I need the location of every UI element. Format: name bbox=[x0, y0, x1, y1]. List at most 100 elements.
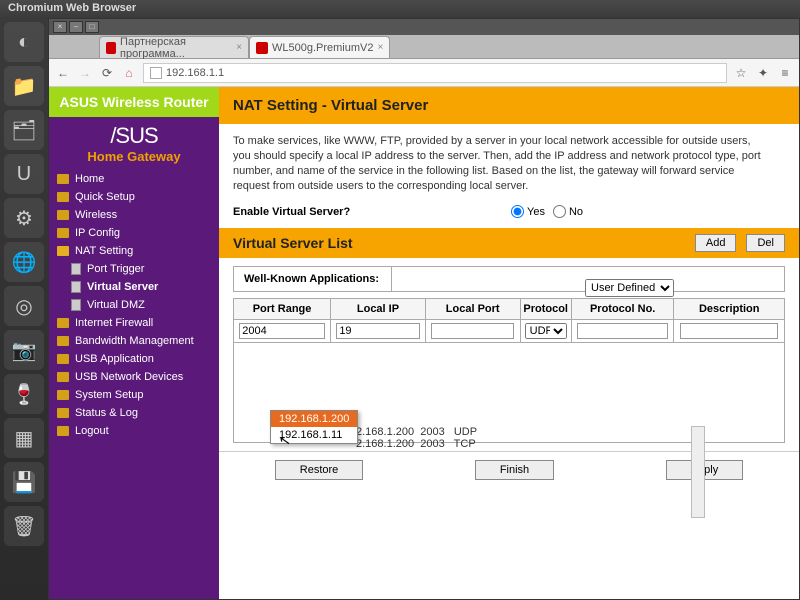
wka-label: Well-Known Applications: bbox=[234, 267, 392, 291]
nav-label: USB Network Devices bbox=[75, 371, 183, 383]
col-header: Port Range bbox=[234, 299, 331, 320]
browser-window: × – □ Партнерская программа...×WL500g.Pr… bbox=[48, 18, 800, 600]
url-bar[interactable]: 192.168.1.1 bbox=[143, 63, 727, 83]
folder-icon bbox=[57, 174, 69, 184]
restore-button[interactable]: Restore bbox=[275, 460, 364, 480]
existing-entries: 2.168.1.200 2003 UDP2.168.1.200 2003 TCP bbox=[356, 426, 477, 450]
dock-item[interactable]: 📷 bbox=[4, 330, 44, 370]
folder-icon bbox=[57, 408, 69, 418]
folder-icon bbox=[57, 228, 69, 238]
dock-item[interactable]: U bbox=[4, 154, 44, 194]
forward-icon[interactable]: → bbox=[77, 66, 93, 80]
nav-label: Home bbox=[75, 173, 104, 185]
yes-label: Yes bbox=[527, 206, 545, 218]
bookmark-icon[interactable]: ☆ bbox=[733, 66, 749, 80]
dock-item[interactable]: ⚙ bbox=[4, 198, 44, 238]
brand-logo: /SUS bbox=[49, 123, 219, 149]
nav-item-status-log[interactable]: Status & Log bbox=[49, 404, 219, 422]
maximize-window-icon[interactable]: □ bbox=[85, 21, 99, 33]
dock-item[interactable]: ◐ bbox=[4, 22, 44, 62]
nav-item-internet-firewall[interactable]: Internet Firewall bbox=[49, 314, 219, 332]
os-titlebar: Chromium Web Browser bbox=[0, 0, 800, 18]
browser-tab[interactable]: WL500g.PremiumV2 × bbox=[249, 36, 390, 58]
reload-icon[interactable]: ⟳ bbox=[99, 66, 115, 80]
enable-row: Enable Virtual Server? Yes No bbox=[219, 199, 799, 228]
dock-item[interactable]: 🍷 bbox=[4, 374, 44, 414]
enable-no-radio[interactable] bbox=[553, 205, 566, 218]
existing-row: 2.168.1.200 2003 TCP bbox=[356, 438, 477, 450]
scrollbar[interactable] bbox=[691, 426, 705, 518]
protocol-select[interactable]: UDP bbox=[525, 323, 567, 339]
finish-button[interactable]: Finish bbox=[475, 460, 554, 480]
minimize-window-icon[interactable]: – bbox=[69, 21, 83, 33]
nav-item-system-setup[interactable]: System Setup bbox=[49, 386, 219, 404]
nav-item-quick-setup[interactable]: Quick Setup bbox=[49, 188, 219, 206]
nav-item-logout[interactable]: Logout bbox=[49, 422, 219, 440]
document-icon bbox=[71, 299, 81, 311]
back-icon[interactable]: ← bbox=[55, 66, 71, 80]
close-tab-icon[interactable]: × bbox=[378, 42, 384, 53]
port-range-input[interactable] bbox=[239, 323, 325, 339]
folder-icon bbox=[57, 318, 69, 328]
top-banner: ASUS Wireless Router bbox=[49, 87, 219, 117]
tab-label: Партнерская программа... bbox=[120, 36, 232, 60]
close-window-icon[interactable]: × bbox=[53, 21, 67, 33]
dock-item[interactable]: 🗑 bbox=[4, 506, 44, 546]
description-input[interactable] bbox=[680, 323, 778, 339]
folder-icon bbox=[57, 246, 69, 256]
nav-label: IP Config bbox=[75, 227, 120, 239]
dock-item[interactable]: ▦ bbox=[4, 418, 44, 458]
document-icon bbox=[71, 281, 81, 293]
existing-row: 2.168.1.200 2003 UDP bbox=[356, 426, 477, 438]
enable-yes-radio[interactable] bbox=[511, 205, 524, 218]
add-button[interactable]: Add bbox=[695, 234, 737, 252]
router-sidebar: ASUS Wireless Router /SUS Home Gateway H… bbox=[49, 87, 219, 599]
enable-label: Enable Virtual Server? bbox=[233, 206, 503, 218]
col-header: Protocol No. bbox=[571, 299, 674, 320]
nav-label: Wireless bbox=[75, 209, 117, 221]
col-header: Protocol bbox=[520, 299, 571, 320]
local-ip-input[interactable] bbox=[336, 323, 419, 339]
col-header: Local IP bbox=[331, 299, 426, 320]
nav-item-usb-network-devices[interactable]: USB Network Devices bbox=[49, 368, 219, 386]
page-title: NAT Setting - Virtual Server bbox=[219, 87, 799, 124]
nav-item-port-trigger[interactable]: Port Trigger bbox=[49, 260, 219, 278]
col-header: Local Port bbox=[425, 299, 520, 320]
nav-item-virtual-dmz[interactable]: Virtual DMZ bbox=[49, 296, 219, 314]
nav-item-virtual-server[interactable]: Virtual Server bbox=[49, 278, 219, 296]
folder-icon bbox=[57, 426, 69, 436]
main-panel: NAT Setting - Virtual Server To make ser… bbox=[219, 87, 799, 599]
nav-label: USB Application bbox=[75, 353, 154, 365]
window-controls: × – □ bbox=[49, 19, 799, 35]
nav-item-wireless[interactable]: Wireless bbox=[49, 206, 219, 224]
nav-item-nat-setting[interactable]: NAT Setting bbox=[49, 242, 219, 260]
close-tab-icon[interactable]: × bbox=[236, 42, 242, 53]
home-icon[interactable]: ⌂ bbox=[121, 66, 137, 80]
tab-label: WL500g.PremiumV2 bbox=[272, 42, 374, 54]
nav-list: Home Quick Setup Wireless IP Config NAT Sett… bbox=[49, 166, 219, 444]
nav-item-home[interactable]: Home bbox=[49, 170, 219, 188]
dock-item[interactable]: 🗂 bbox=[4, 110, 44, 150]
menu-icon[interactable]: ≡ bbox=[777, 66, 793, 80]
dock-item[interactable]: 🌐 bbox=[4, 242, 44, 282]
wka-select[interactable]: User Defined bbox=[585, 279, 674, 297]
nav-item-ip-config[interactable]: IP Config bbox=[49, 224, 219, 242]
unity-dock: ◐📁🗂U⚙🌐◎📷🍷▦💾🗑 bbox=[0, 18, 48, 600]
folder-icon bbox=[57, 390, 69, 400]
protocol-no-input[interactable] bbox=[577, 323, 668, 339]
browser-navbar: ← → ⟳ ⌂ 192.168.1.1 ☆ ✦ ≡ bbox=[49, 59, 799, 87]
nav-item-usb-application[interactable]: USB Application bbox=[49, 350, 219, 368]
no-label: No bbox=[569, 206, 583, 218]
dock-item[interactable]: 💾 bbox=[4, 462, 44, 502]
autocomplete-item[interactable]: 192.168.1.200 bbox=[271, 411, 357, 427]
dock-item[interactable]: 📁 bbox=[4, 66, 44, 106]
dock-item[interactable]: ◎ bbox=[4, 286, 44, 326]
browser-tab[interactable]: Партнерская программа... × bbox=[99, 36, 249, 58]
document-icon bbox=[71, 263, 81, 275]
del-button[interactable]: Del bbox=[746, 234, 785, 252]
local-port-input[interactable] bbox=[431, 323, 514, 339]
folder-icon bbox=[57, 336, 69, 346]
favicon bbox=[256, 42, 268, 54]
nav-item-bandwidth-management[interactable]: Bandwidth Management bbox=[49, 332, 219, 350]
extension-icon[interactable]: ✦ bbox=[755, 66, 771, 80]
